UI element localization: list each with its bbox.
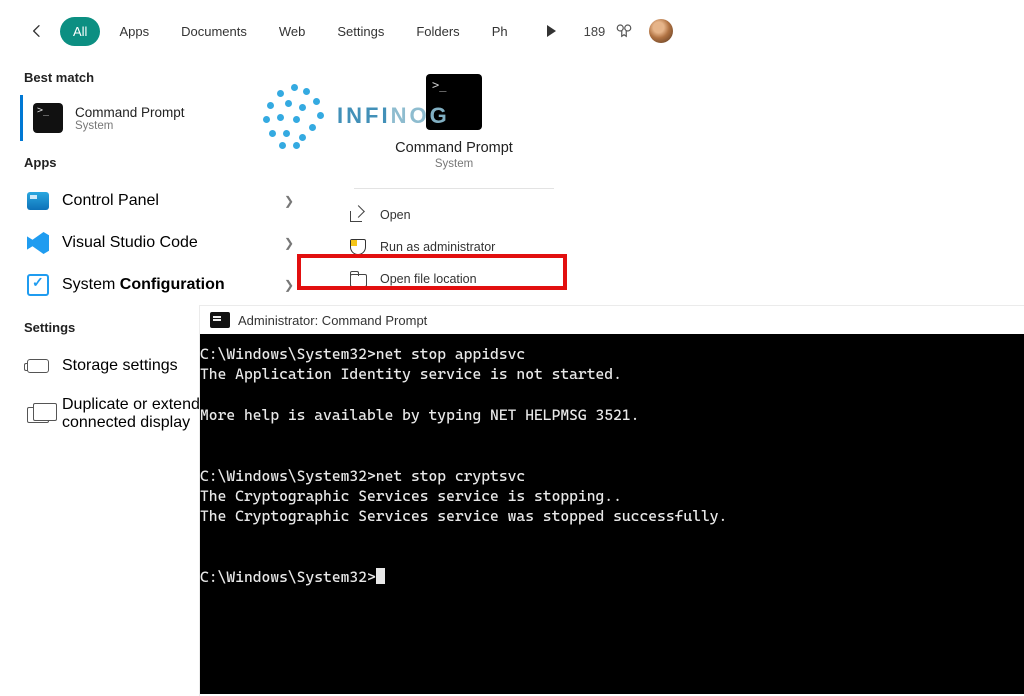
app-row-vscode[interactable]: Visual Studio Code ❯ [20,222,314,264]
rewards-points[interactable]: 189 [584,24,606,39]
back-button[interactable] [20,14,54,48]
filter-pill-apps[interactable]: Apps [106,17,162,46]
filter-pill-photos[interactable]: Ph [479,17,521,46]
best-match-heading: Best match [24,70,314,85]
app-row-system-configuration[interactable]: System Configuration ❯ [20,264,314,306]
app-row-control-panel[interactable]: Control Panel ❯ [20,180,314,222]
watermark-globe-icon [263,84,327,148]
rewards-icon[interactable] [615,22,633,40]
search-filter-bar: All Apps Documents Web Settings Folders … [0,0,1024,62]
user-avatar[interactable] [649,19,673,43]
filter-pill-settings[interactable]: Settings [324,17,397,46]
best-match-subtitle: System [75,120,185,132]
vscode-icon [27,232,49,254]
filter-pill-web[interactable]: Web [266,17,319,46]
action-label: Run as administrator [380,240,495,254]
setting-label: Storage settings [62,357,178,375]
open-icon [350,207,366,223]
cmd-icon [33,103,63,133]
terminal-output[interactable]: C:\Windows\System32>net stop appidsvc Th… [200,334,1024,694]
watermark: INFINOG [263,84,450,148]
cmd-titlebar-icon [210,312,230,328]
titlebar[interactable]: Administrator: Command Prompt [200,306,1024,334]
best-match-title: Command Prompt [75,105,185,120]
watermark-text: INFINOG [337,103,450,129]
storage-icon [27,359,49,373]
action-label: Open [380,208,411,222]
cursor-icon [376,568,385,584]
app-label: System Configuration [62,276,225,294]
chevron-right-icon: ❯ [284,194,294,208]
chevron-right-icon: ❯ [284,236,294,250]
arrow-left-icon [29,23,45,39]
divider [354,188,554,189]
filter-pill-documents[interactable]: Documents [168,17,260,46]
window-title: Administrator: Command Prompt [238,313,427,328]
scroll-right-icon[interactable] [547,25,556,37]
display-duplicate-icon [27,407,49,423]
system-configuration-icon [27,274,49,296]
control-panel-icon [27,192,49,210]
shield-admin-icon [350,239,366,255]
command-prompt-window: Administrator: Command Prompt C:\Windows… [200,306,1024,696]
chevron-right-icon: ❯ [284,278,294,292]
filter-pill-folders[interactable]: Folders [403,17,472,46]
detail-subtitle: System [314,158,594,170]
apps-heading: Apps [24,155,314,170]
app-label: Visual Studio Code [62,234,198,252]
filter-pill-all[interactable]: All [60,17,100,46]
app-label: Control Panel [62,192,159,210]
annotation-highlight [297,254,567,290]
action-open[interactable]: Open [314,199,594,231]
